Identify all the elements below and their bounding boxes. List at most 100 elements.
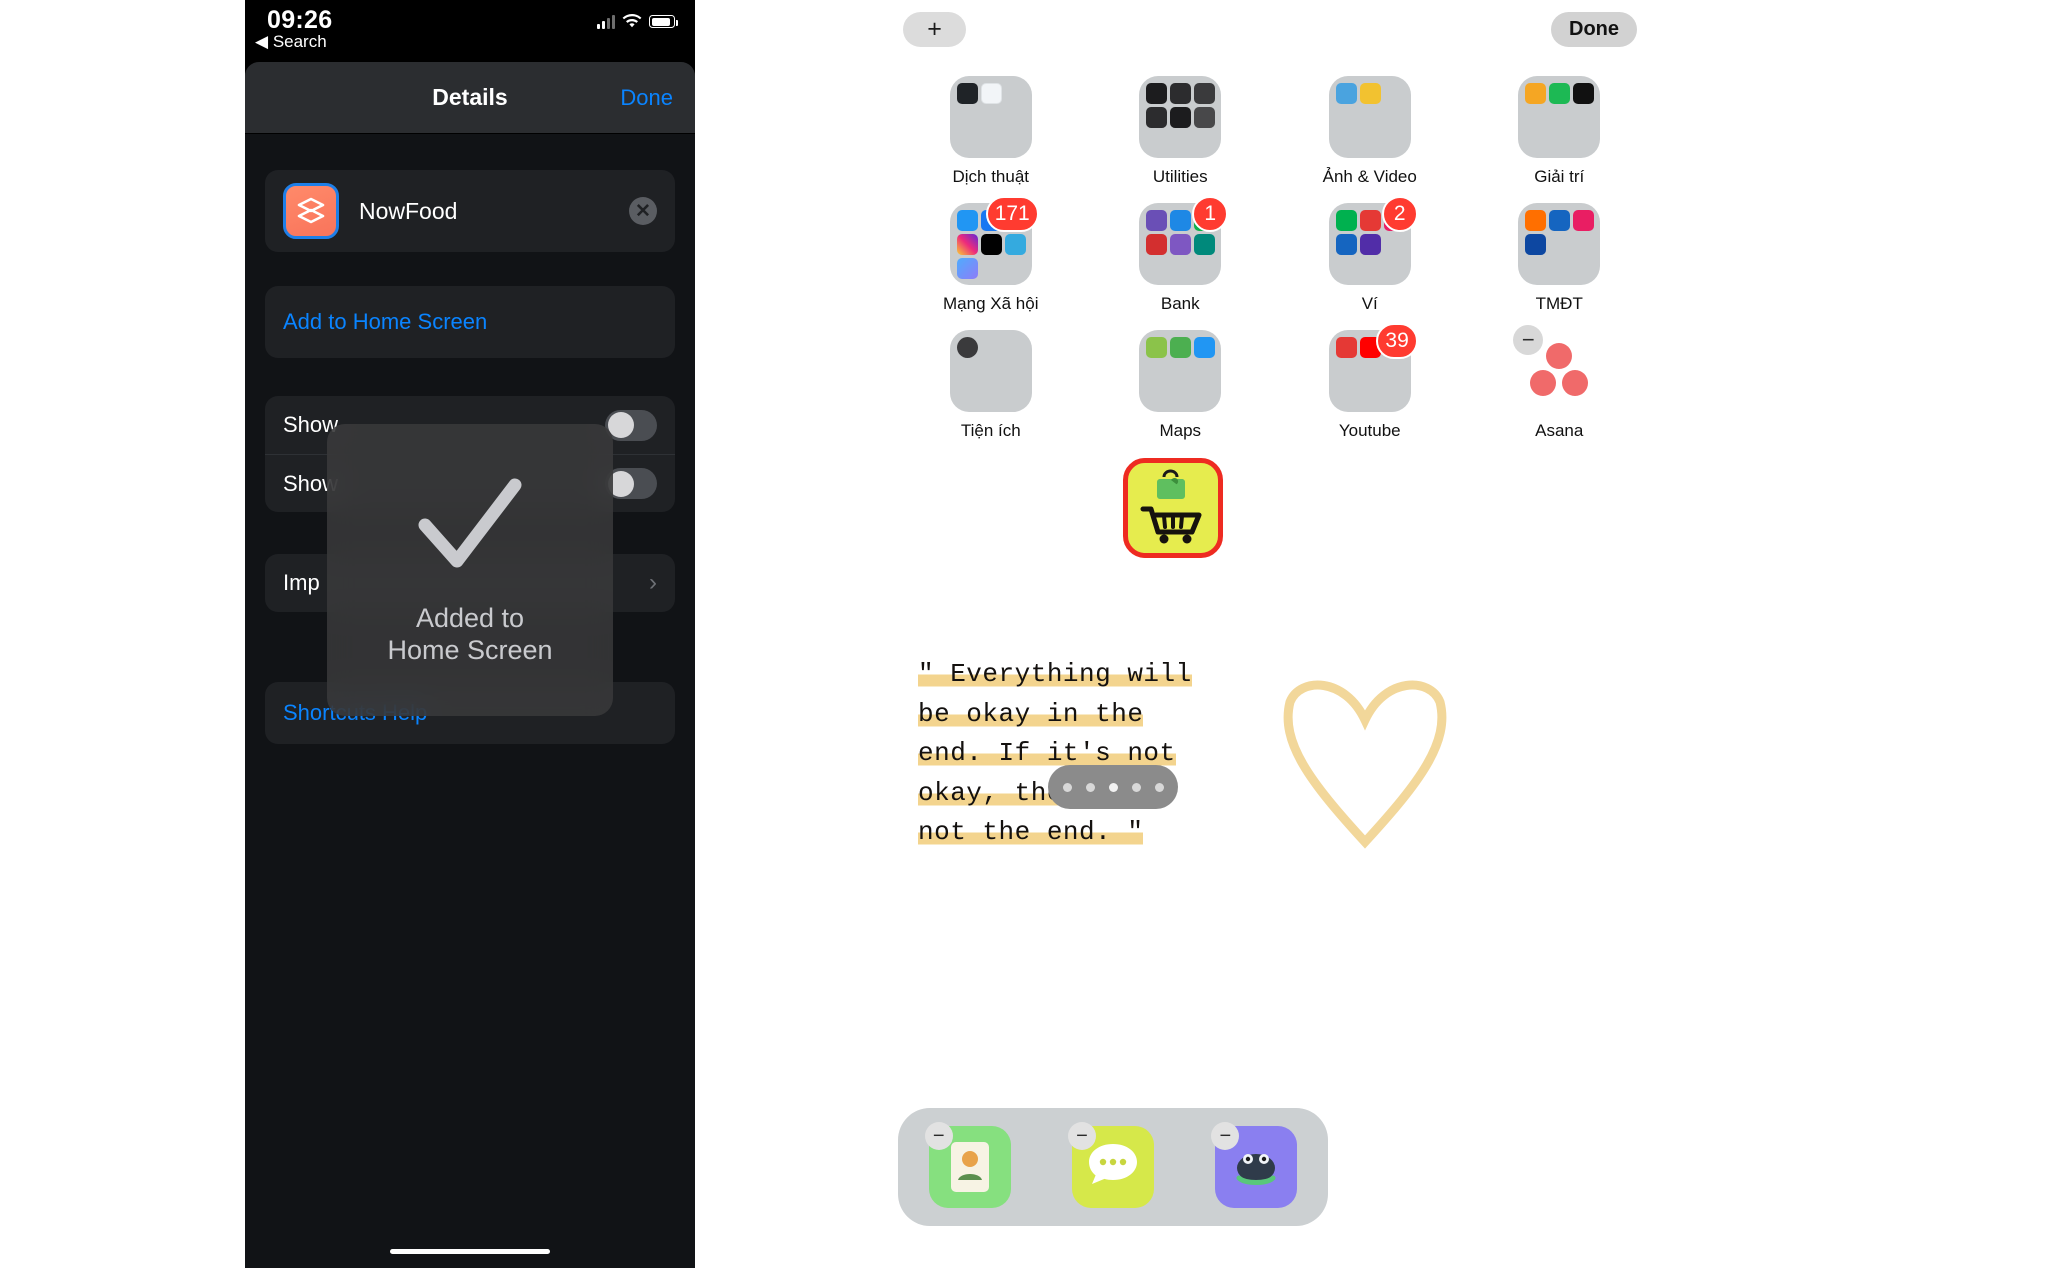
add-to-home-screen-button[interactable]: Add to Home Screen (265, 286, 675, 358)
page-dot[interactable] (1085, 782, 1095, 792)
mini-app-icon (1146, 83, 1168, 104)
folder-label: Mạng Xã hội (943, 294, 1039, 313)
mini-app-icon (1549, 210, 1571, 231)
add-widget-button[interactable]: + (903, 12, 966, 47)
mini-app-icon (1359, 234, 1381, 255)
dock-app-messages[interactable]: − (1067, 1122, 1154, 1208)
mini-app-icon (1170, 234, 1192, 255)
folder-maps[interactable]: Maps (1086, 330, 1276, 441)
mini-app-icon (1549, 83, 1571, 104)
folder-icon[interactable] (949, 76, 1032, 158)
folder-icon[interactable]: 39 (1328, 323, 1418, 412)
chevron-right-icon: › (649, 569, 657, 596)
mini-app-icon (1170, 107, 1192, 128)
folder-icon[interactable] (949, 330, 1032, 412)
page-title: Details (432, 84, 508, 110)
folder-icon[interactable] (1518, 203, 1601, 285)
page-dot[interactable] (1154, 782, 1164, 792)
done-button[interactable]: Done (620, 85, 673, 111)
app-name-row: NowFood ✕ (265, 170, 675, 252)
hud-line-2: Home Screen (387, 635, 553, 665)
notification-badge: 2 (1381, 196, 1418, 232)
status-bar: 09:26 ◀ Search (245, 0, 695, 62)
mini-app-icon (980, 83, 1002, 104)
navigation-bar: Details Done (245, 62, 695, 134)
shortcuts-layers-icon[interactable] (283, 183, 339, 239)
dock-app-games[interactable]: − (1211, 1122, 1298, 1208)
home-indicator (390, 1249, 550, 1254)
mini-app-icon (1525, 234, 1547, 255)
mini-app-icon (1146, 234, 1168, 255)
folder-giai-tri[interactable]: Giải trí (1465, 76, 1655, 187)
page-dot-active[interactable] (1108, 782, 1118, 792)
battery-icon (649, 15, 678, 28)
mini-app-icon (1359, 83, 1381, 104)
page-indicator[interactable] (1048, 765, 1178, 809)
mini-app-icon (1194, 337, 1216, 358)
mini-app-icon (1525, 83, 1547, 104)
remove-app-minus-icon[interactable]: − (924, 1122, 953, 1150)
mini-app-icon (1335, 234, 1357, 255)
folder-icon[interactable] (1139, 330, 1222, 412)
mini-app-icon (1573, 210, 1595, 231)
mini-app-icon (956, 234, 978, 255)
page-dot[interactable] (1131, 782, 1141, 792)
notification-badge: 39 (1376, 323, 1418, 359)
folder-icon[interactable]: 2 (1328, 196, 1418, 285)
show-in-share-sheet-toggle[interactable] (605, 409, 657, 441)
nowfood-shortcut-highlight (1123, 458, 1223, 558)
folder-tmdt[interactable]: TMĐT (1465, 203, 1655, 314)
folder-dich-thuat[interactable]: Dịch thuật (896, 76, 1086, 187)
mini-app-icon (956, 258, 978, 279)
mini-app-icon (1335, 83, 1357, 104)
mini-app-icon (1170, 83, 1192, 104)
folder-anh-video[interactable]: Ảnh & Video (1275, 76, 1465, 187)
mini-app-icon (1335, 210, 1357, 231)
mini-app-icon (1525, 210, 1547, 231)
asana-app-icon[interactable]: − (1513, 325, 1600, 412)
nowfood-shortcut-icon[interactable] (1123, 458, 1223, 558)
mini-app-icon (1170, 337, 1192, 358)
mini-app-icon (1194, 234, 1216, 255)
folder-youtube[interactable]: 39 Youtube (1275, 323, 1465, 441)
back-to-search-button[interactable]: ◀ Search (255, 32, 327, 52)
edit-done-button[interactable]: Done (1551, 12, 1637, 47)
back-label: Search (272, 32, 327, 51)
hud-text: Added to Home Screen (387, 603, 552, 666)
folder-icon[interactable] (1518, 76, 1601, 158)
import-questions-label: Imp (283, 570, 320, 595)
remove-app-minus-icon[interactable]: − (1067, 1122, 1096, 1150)
dock: − − − (898, 1108, 1328, 1226)
home-screen-edit-bar: + Done (880, 0, 1670, 60)
dock-app-contacts[interactable]: − (924, 1122, 1011, 1208)
folder-label: Dịch thuật (952, 167, 1030, 186)
folder-tien-ich[interactable]: Tiện ích (896, 330, 1086, 441)
app-name-value[interactable]: NowFood (359, 198, 629, 225)
folder-bank[interactable]: 1 Bank (1086, 196, 1276, 314)
shopping-cart-icon (1140, 469, 1202, 544)
mini-app-icon (1004, 234, 1026, 255)
mini-app-icon (956, 337, 978, 358)
folder-label: Giải trí (1534, 167, 1585, 186)
folder-vi[interactable]: 2 Ví (1275, 196, 1465, 314)
clear-circle-icon[interactable]: ✕ (629, 197, 657, 225)
folder-icon[interactable] (1139, 76, 1222, 158)
details-sheet: Details Done NowFood ✕ Add to Home Scree… (245, 62, 695, 1268)
folder-icon[interactable]: 1 (1139, 196, 1229, 285)
notification-badge: 1 (1192, 196, 1229, 232)
folder-icon[interactable]: 171 (949, 196, 1039, 285)
mini-app-icon (1146, 337, 1168, 358)
checkmark-icon (418, 478, 522, 568)
triangle-left-icon: ◀ (255, 32, 269, 51)
wifi-icon (622, 14, 642, 28)
folder-icon[interactable] (1328, 76, 1411, 158)
mini-app-icon (1573, 83, 1595, 104)
folder-mang-xa-hoi[interactable]: 171 Mạng Xã hội (896, 196, 1086, 314)
status-bar-time: 09:26 (267, 6, 333, 34)
app-label: Asana (1535, 421, 1584, 440)
app-asana[interactable]: − Asana (1465, 325, 1655, 441)
page-dot[interactable] (1062, 782, 1072, 792)
folder-label: TMĐT (1535, 294, 1583, 313)
folder-utilities[interactable]: Utilities (1086, 76, 1276, 187)
notification-badge: 171 (985, 196, 1039, 232)
